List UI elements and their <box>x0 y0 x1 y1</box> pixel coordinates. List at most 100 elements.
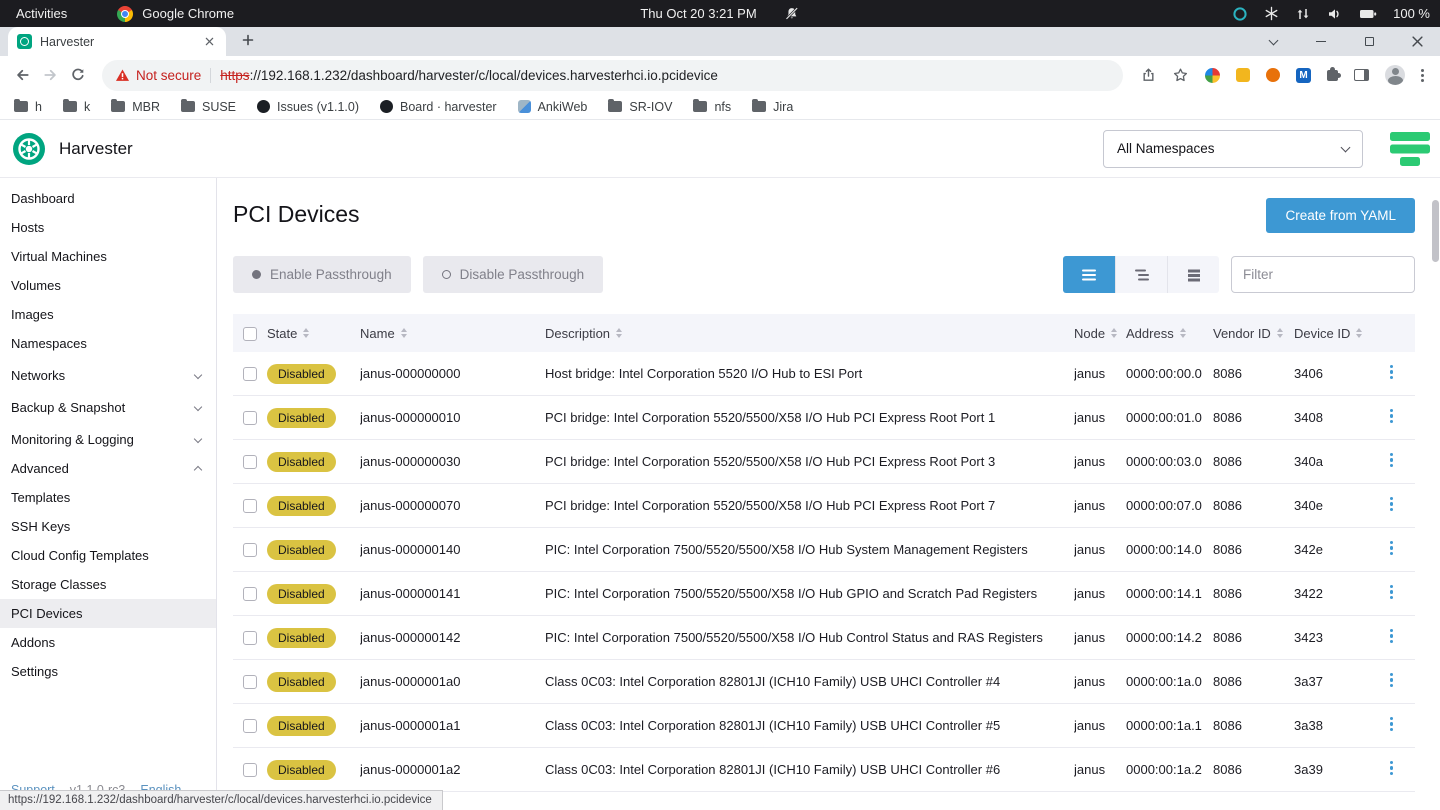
extensions-puzzle-icon[interactable] <box>1327 70 1338 81</box>
row-actions-button[interactable] <box>1384 360 1399 384</box>
col-header-description[interactable]: Description <box>545 326 1074 341</box>
address-bar[interactable]: Not secure https://192.168.1.232/dashboa… <box>102 60 1123 91</box>
view-list-button[interactable] <box>1063 256 1115 293</box>
sidebar-item[interactable]: Monitoring & Logging <box>0 425 216 454</box>
row-actions-button[interactable] <box>1384 712 1399 736</box>
device-node: janus <box>1074 410 1126 425</box>
bookmark-item[interactable]: SUSE <box>181 100 236 114</box>
sidebar-item[interactable]: Backup & Snapshot <box>0 393 216 422</box>
bookmark-item[interactable]: Issues (v1.1.0) <box>257 100 359 114</box>
bookmark-icon <box>752 101 766 112</box>
sidebar-item[interactable]: Storage Classes <box>0 570 216 599</box>
sidebar-item[interactable]: Dashboard <box>0 184 216 213</box>
bookmark-star-icon[interactable] <box>1172 67 1189 83</box>
profile-avatar[interactable] <box>1385 65 1405 85</box>
sidebar-item[interactable]: PCI Devices <box>0 599 216 628</box>
bookmark-item[interactable]: k <box>63 100 90 114</box>
bookmark-item[interactable]: nfs <box>693 100 731 114</box>
tab-harvester[interactable]: Harvester <box>8 27 226 56</box>
app-indicator-icon[interactable] <box>1232 6 1248 22</box>
snowflake-indicator-icon[interactable] <box>1264 6 1279 21</box>
tab-close-icon[interactable] <box>201 34 217 50</box>
sidebar-item[interactable]: Virtual Machines <box>0 242 216 271</box>
row-checkbox[interactable] <box>243 543 257 557</box>
row-checkbox[interactable] <box>243 499 257 513</box>
scrollbar-thumb[interactable] <box>1432 200 1439 262</box>
row-actions-button[interactable] <box>1384 580 1399 604</box>
sidebar-item[interactable]: SSH Keys <box>0 512 216 541</box>
extension-pinwheel-icon[interactable] <box>1205 68 1220 83</box>
extension-m-icon[interactable]: M <box>1296 68 1311 83</box>
row-checkbox[interactable] <box>243 455 257 469</box>
row-checkbox[interactable] <box>243 367 257 381</box>
row-actions-button[interactable] <box>1384 448 1399 472</box>
col-header-node[interactable]: Node <box>1074 326 1126 341</box>
row-checkbox[interactable] <box>243 763 257 777</box>
tab-search-icon[interactable] <box>1264 33 1282 51</box>
view-flat-button[interactable] <box>1167 256 1219 293</box>
col-header-address[interactable]: Address <box>1126 326 1213 341</box>
share-icon[interactable] <box>1141 67 1156 83</box>
extension-yellow-icon[interactable] <box>1236 68 1250 82</box>
new-tab-button[interactable] <box>238 30 258 50</box>
col-header-state[interactable]: State <box>267 326 360 341</box>
app-switcher-logo[interactable] <box>1388 129 1432 169</box>
create-from-yaml-button[interactable]: Create from YAML <box>1266 198 1415 233</box>
disable-passthrough-button[interactable]: Disable Passthrough <box>423 256 604 293</box>
row-actions-button[interactable] <box>1384 624 1399 648</box>
url-text[interactable]: https://192.168.1.232/dashboard/harveste… <box>220 68 718 83</box>
not-secure-chip[interactable]: Not secure <box>115 68 201 83</box>
row-checkbox[interactable] <box>243 719 257 733</box>
col-header-name[interactable]: Name <box>360 326 545 341</box>
row-actions-button[interactable] <box>1384 756 1399 780</box>
sidebar-item[interactable]: Hosts <box>0 213 216 242</box>
focused-app-menu[interactable]: Google Chrome <box>117 6 234 22</box>
row-checkbox[interactable] <box>243 631 257 645</box>
sidebar-item[interactable]: Namespaces <box>0 329 216 358</box>
sidebar-item[interactable]: Volumes <box>0 271 216 300</box>
bookmark-item[interactable]: MBR <box>111 100 160 114</box>
brand[interactable]: Harvester <box>12 132 133 166</box>
minimize-button[interactable] <box>1312 33 1330 51</box>
sidebar-item[interactable]: Advanced <box>0 454 216 483</box>
select-all-checkbox[interactable] <box>243 327 257 341</box>
side-panel-icon[interactable] <box>1354 69 1369 81</box>
device-name: janus-0000001a2 <box>360 762 545 777</box>
bookmark-item[interactable]: Board · harvester <box>380 100 497 114</box>
back-button[interactable] <box>8 61 36 89</box>
col-header-device-id[interactable]: Device ID <box>1294 326 1384 341</box>
sidebar-item[interactable]: Images <box>0 300 216 329</box>
system-tray[interactable]: 100 % <box>1232 6 1430 22</box>
row-actions-button[interactable] <box>1384 668 1399 692</box>
sidebar-item[interactable]: Networks <box>0 361 216 390</box>
page-scrollbar[interactable] <box>1431 178 1440 810</box>
sidebar-item[interactable]: Addons <box>0 628 216 657</box>
row-actions-button[interactable] <box>1384 404 1399 428</box>
bookmark-item[interactable]: h <box>14 100 42 114</box>
sidebar-item[interactable]: Cloud Config Templates <box>0 541 216 570</box>
pci-devices-table: State Name Description Node Address Vend… <box>233 314 1415 792</box>
row-actions-button[interactable] <box>1384 536 1399 560</box>
bookmark-item[interactable]: AnkiWeb <box>518 100 588 114</box>
namespace-selector[interactable]: All Namespaces <box>1103 130 1363 168</box>
bookmark-item[interactable]: SR-IOV <box>608 100 672 114</box>
view-grouped-button[interactable] <box>1115 256 1167 293</box>
enable-passthrough-button[interactable]: Enable Passthrough <box>233 256 411 293</box>
sidebar-item[interactable]: Settings <box>0 657 216 686</box>
browser-menu-icon[interactable] <box>1421 67 1424 84</box>
reload-button[interactable] <box>64 61 92 89</box>
row-checkbox[interactable] <box>243 587 257 601</box>
filter-input[interactable] <box>1231 256 1415 293</box>
forward-button[interactable] <box>36 61 64 89</box>
col-header-vendor-id[interactable]: Vendor ID <box>1213 326 1294 341</box>
maximize-button[interactable] <box>1360 33 1378 51</box>
row-checkbox[interactable] <box>243 675 257 689</box>
clock-menu[interactable]: Thu Oct 20 3:21 PM <box>640 0 799 27</box>
extension-orange-icon[interactable] <box>1266 68 1280 82</box>
activities-button[interactable]: Activities <box>10 6 73 21</box>
bookmark-item[interactable]: Jira <box>752 100 793 114</box>
close-window-button[interactable] <box>1408 33 1426 51</box>
row-actions-button[interactable] <box>1384 492 1399 516</box>
sidebar-item[interactable]: Templates <box>0 483 216 512</box>
row-checkbox[interactable] <box>243 411 257 425</box>
